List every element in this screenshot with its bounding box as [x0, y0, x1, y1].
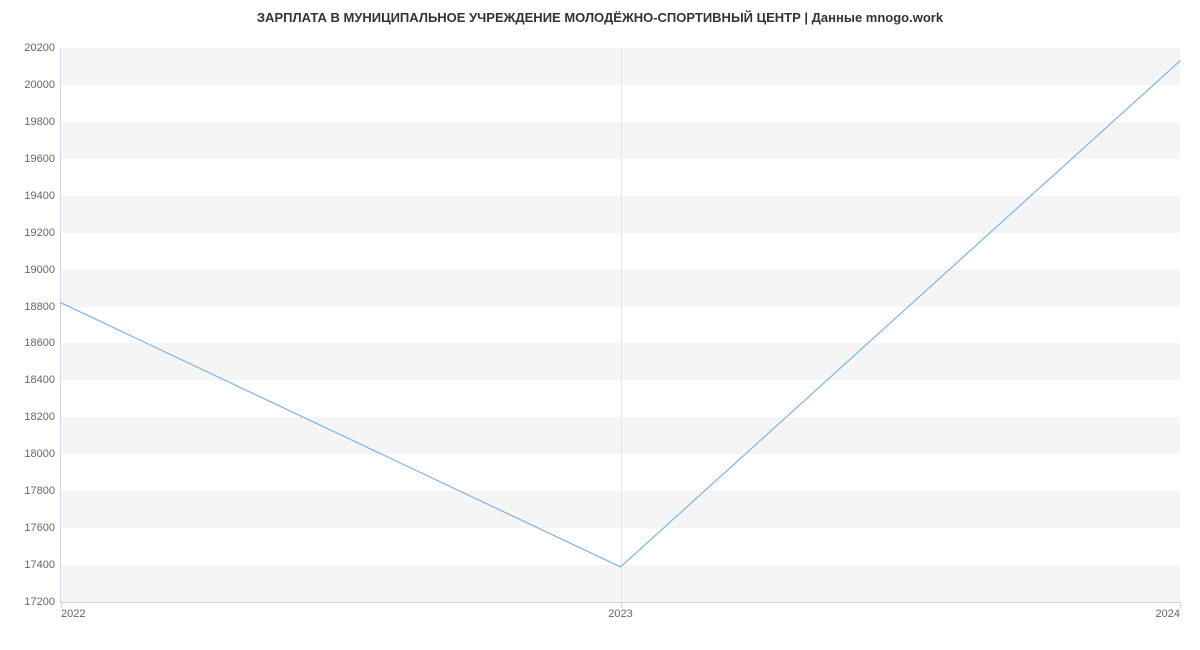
y-axis-tick-label: 18200: [24, 411, 55, 423]
line-chart: ЗАРПЛАТА В МУНИЦИПАЛЬНОЕ УЧРЕЖДЕНИЕ МОЛО…: [0, 0, 1200, 650]
x-axis-tick-label: 2023: [608, 608, 632, 620]
y-axis-tick-label: 17200: [24, 596, 55, 608]
series-line: [61, 61, 1180, 567]
x-axis-tick-label: 2024: [1156, 608, 1180, 620]
y-axis-tick-label: 19600: [24, 153, 55, 165]
y-axis-tick-label: 19000: [24, 264, 55, 276]
plot-area: 1720017400176001780018000182001840018600…: [60, 48, 1180, 603]
y-axis-tick-label: 18400: [24, 374, 55, 386]
y-axis-tick-label: 18000: [24, 448, 55, 460]
y-axis-tick-label: 17600: [24, 522, 55, 534]
y-axis-tick-label: 20200: [24, 42, 55, 54]
line-series-svg: [61, 48, 1180, 602]
y-axis-tick-label: 20000: [24, 79, 55, 91]
chart-title: ЗАРПЛАТА В МУНИЦИПАЛЬНОЕ УЧРЕЖДЕНИЕ МОЛО…: [0, 10, 1200, 25]
y-axis-tick-label: 17800: [24, 485, 55, 497]
y-axis-tick-label: 19200: [24, 227, 55, 239]
x-axis-tick-label: 2022: [61, 608, 85, 620]
y-axis-tick-label: 19400: [24, 190, 55, 202]
y-axis-tick-label: 18600: [24, 337, 55, 349]
x-axis-tick: [1180, 602, 1181, 608]
y-axis-tick-label: 19800: [24, 116, 55, 128]
y-axis-tick-label: 18800: [24, 301, 55, 313]
y-axis-tick-label: 17400: [24, 559, 55, 571]
